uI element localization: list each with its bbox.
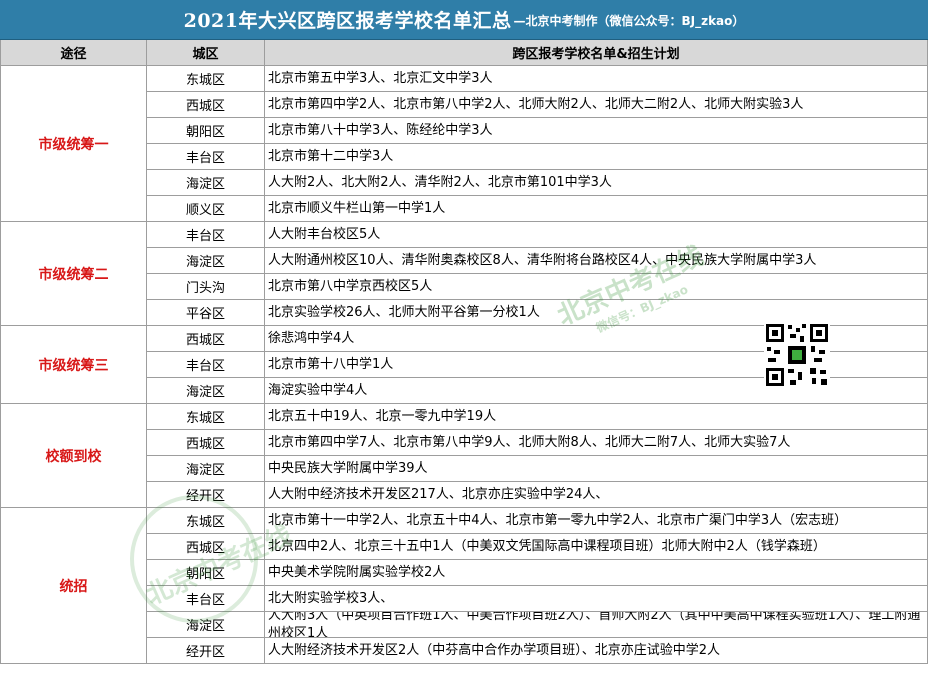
district-cell: 顺义区 (147, 196, 265, 222)
district-cell: 西城区 (147, 326, 265, 352)
schools-cell: 北大附实验学校3人、 (265, 586, 928, 612)
schools-cell: 北京市第十一中学2人、北京五十中4人、北京市第一零九中学2人、北京市广渠门中学3… (265, 508, 928, 534)
header-district: 城区 (147, 40, 265, 66)
page-subtitle: —北京中考制作（微信公众号：BJ_zkao） (513, 14, 745, 28)
schools-cell: 中央民族大学附属中学39人 (265, 456, 928, 482)
district-cell: 东城区 (147, 404, 265, 430)
schools-cell: 中央美术学院附属实验学校2人 (265, 560, 928, 586)
district-cell: 西城区 (147, 430, 265, 456)
schools-cell: 海淀实验中学4人 (265, 378, 928, 404)
schools-cell: 北京市第四中学7人、北京市第八中学9人、北师大附8人、北师大二附7人、北师大实验… (265, 430, 928, 456)
schools-cell: 人大附通州校区10人、清华附奥森校区8人、清华附将台路校区4人、中央民族大学附属… (265, 248, 928, 274)
district-cell: 丰台区 (147, 144, 265, 170)
schools-cell: 北京市第五中学3人、北京汇文中学3人 (265, 66, 928, 92)
district-cell: 西城区 (147, 534, 265, 560)
header-school-list: 跨区报考学校名单&招生计划 (265, 40, 928, 66)
schools-table: 途径 城区 跨区报考学校名单&招生计划 市级统筹一 东城区 北京市第五中学3人、北京… (0, 40, 928, 685)
schools-cell: 人大附中经济技术开发区217人、北京亦庄实验中学24人、 (265, 482, 928, 508)
schools-cell: 北京市第四中学2人、北京市第八中学2人、北师大附2人、北师大二附2人、北师大附实… (265, 92, 928, 118)
district-cell: 经开区 (147, 638, 265, 664)
district-cell: 东城区 (147, 66, 265, 92)
district-cell: 朝阳区 (147, 118, 265, 144)
district-cell: 海淀区 (147, 170, 265, 196)
district-cell: 平谷区 (147, 300, 265, 326)
district-cell: 门头沟 (147, 274, 265, 300)
schools-cell: 人大附3人（中英项目合作班1人、中美合作项目班2人）、首师大附2人（其中中美高中… (265, 612, 928, 638)
schools-cell: 北京市第十二中学3人 (265, 144, 928, 170)
schools-cell: 人大附2人、北大附2人、清华附2人、北京市第101中学3人 (265, 170, 928, 196)
schools-cell: 北京四中2人、北京三十五中1人（中美双文凭国际高中课程项目班）北师大附中2人（钱… (265, 534, 928, 560)
schools-cell: 徐悲鸿中学4人 (265, 326, 928, 352)
schools-cell: 北京市顺义牛栏山第一中学1人 (265, 196, 928, 222)
district-cell: 朝阳区 (147, 560, 265, 586)
district-cell: 海淀区 (147, 456, 265, 482)
district-cell: 海淀区 (147, 612, 265, 638)
page-title: 2021年大兴区跨区报考学校名单汇总 (183, 10, 512, 32)
schools-cell: 北京市第八中学京西校区5人 (265, 274, 928, 300)
schools-cell: 北京实验学校26人、北师大附平谷第一分校1人 (265, 300, 928, 326)
district-cell: 西城区 (147, 92, 265, 118)
district-cell: 丰台区 (147, 586, 265, 612)
header-route: 途径 (0, 40, 147, 66)
schools-cell: 人大附丰台校区5人 (265, 222, 928, 248)
district-cell: 丰台区 (147, 352, 265, 378)
schools-cell: 北京市第八十中学3人、陈经纶中学3人 (265, 118, 928, 144)
route-cell: 统招 (0, 508, 147, 664)
route-cell: 校额到校 (0, 404, 147, 508)
schools-cell: 人大附经济技术开发区2人（中芬高中合作办学项目班）、北京亦庄试验中学2人 (265, 638, 928, 664)
route-cell: 市级统筹二 (0, 222, 147, 326)
district-cell: 东城区 (147, 508, 265, 534)
route-cell: 市级统筹一 (0, 66, 147, 222)
title-bar: 2021年大兴区跨区报考学校名单汇总 —北京中考制作（微信公众号：BJ_zkao… (0, 0, 928, 40)
district-cell: 海淀区 (147, 248, 265, 274)
district-cell: 海淀区 (147, 378, 265, 404)
schools-cell: 北京市第十八中学1人 (265, 352, 928, 378)
district-cell: 经开区 (147, 482, 265, 508)
route-cell: 市级统筹三 (0, 326, 147, 404)
district-cell: 丰台区 (147, 222, 265, 248)
schools-cell: 北京五十中19人、北京一零九中学19人 (265, 404, 928, 430)
